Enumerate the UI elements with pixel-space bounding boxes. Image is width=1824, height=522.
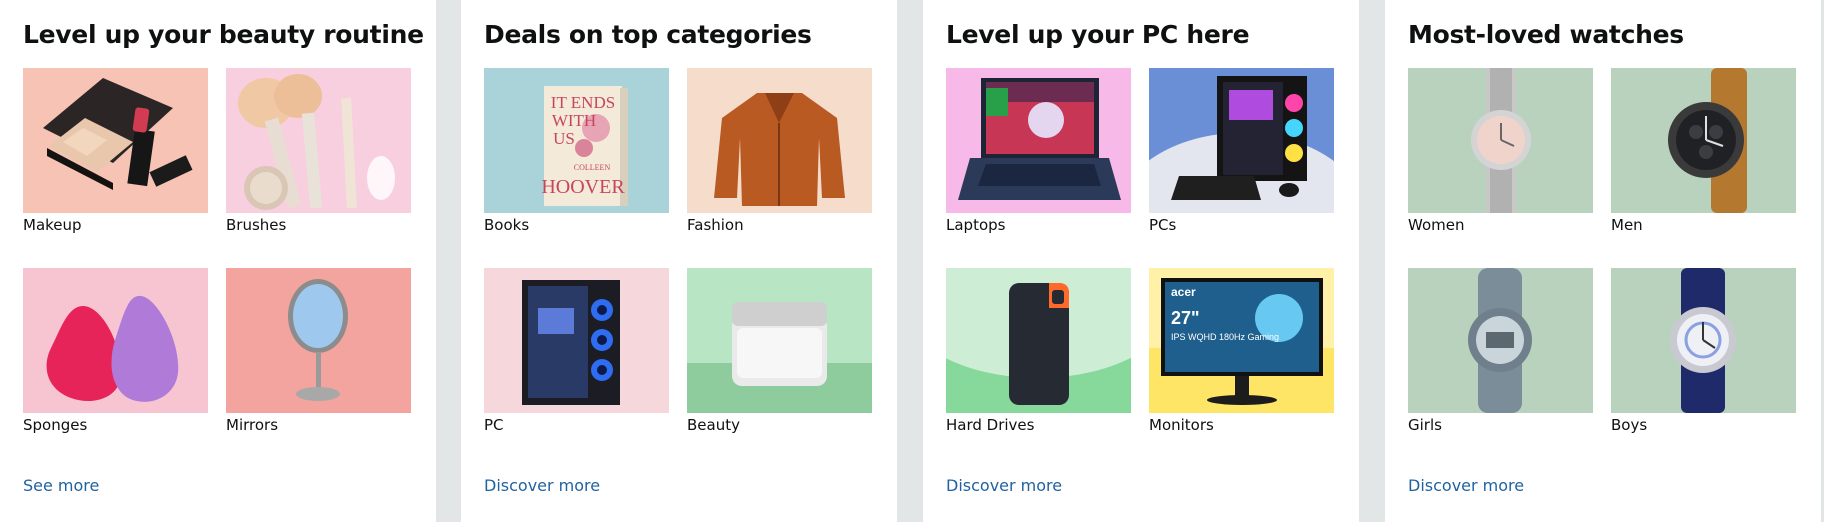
laptop-illustration — [946, 68, 1131, 213]
books-image: IT ENDS WITH US COLLEEN HOOVER — [484, 68, 669, 213]
men-watch-image — [1611, 68, 1796, 213]
pc-image — [484, 268, 669, 413]
tile-laptops[interactable]: Laptops — [946, 68, 1131, 234]
monitors-image: acer 27" IPS WQHD 180Hz Gaming — [1149, 268, 1334, 413]
book-cover-text: COLLEEN — [574, 163, 611, 172]
book-cover-text: US — [553, 129, 575, 148]
card-title: Deals on top categories — [484, 20, 812, 49]
card-title: Level up your beauty routine — [23, 20, 424, 49]
discover-more-link[interactable]: Discover more — [946, 476, 1062, 495]
tile-label: Books — [484, 216, 530, 234]
women-watch-illustration — [1408, 68, 1593, 213]
see-more-link[interactable]: See more — [23, 476, 99, 495]
mirrors-image — [226, 268, 411, 413]
card-pc: Level up your PC here Laptops PCs Hard D… — [923, 0, 1359, 522]
discover-more-link[interactable]: Discover more — [484, 476, 600, 495]
pcs-image — [1149, 68, 1334, 213]
women-watch-image — [1408, 68, 1593, 213]
tile-monitors[interactable]: acer 27" IPS WQHD 180Hz Gaming Monitors — [1149, 268, 1334, 434]
tile-pc[interactable]: PC — [484, 268, 669, 434]
hard-drives-image — [946, 268, 1131, 413]
tile-women[interactable]: Women — [1408, 68, 1593, 234]
beauty-image — [687, 268, 872, 413]
tile-label: PC — [484, 416, 504, 434]
monitor-brand-text: acer — [1171, 285, 1196, 299]
tile-label: Women — [1408, 216, 1465, 234]
card-row: Level up your beauty routine Makeup Brus… — [0, 0, 1824, 522]
tile-label: Men — [1611, 216, 1643, 234]
brushes-illustration — [226, 68, 411, 213]
card-deals: Deals on top categories IT ENDS WITH US … — [461, 0, 897, 522]
tile-beauty[interactable]: Beauty — [687, 268, 872, 434]
tile-books[interactable]: IT ENDS WITH US COLLEEN HOOVER Books — [484, 68, 669, 234]
tile-label: Hard Drives — [946, 416, 1035, 434]
tile-mirrors[interactable]: Mirrors — [226, 268, 411, 434]
card-title: Most-loved watches — [1408, 20, 1684, 49]
desktop-illustration — [1149, 68, 1334, 213]
ssd-illustration — [946, 268, 1131, 413]
jacket-illustration — [687, 68, 872, 213]
tile-label: Beauty — [687, 416, 740, 434]
tile-label: Brushes — [226, 216, 287, 234]
book-cover-text: HOOVER — [541, 176, 625, 198]
tile-label: Fashion — [687, 216, 744, 234]
girls-watch-image — [1408, 268, 1593, 413]
card-beauty: Level up your beauty routine Makeup Brus… — [0, 0, 436, 522]
men-watch-illustration — [1611, 68, 1796, 213]
tile-label: Mirrors — [226, 416, 279, 434]
tile-label: Boys — [1611, 416, 1648, 434]
tile-pcs[interactable]: PCs — [1149, 68, 1334, 234]
tile-sponges[interactable]: Sponges — [23, 268, 208, 434]
book-cover-text: IT ENDS — [551, 93, 615, 112]
cream-jar-illustration — [687, 268, 872, 413]
sponges-illustration — [23, 268, 208, 413]
makeup-illustration — [23, 68, 208, 213]
makeup-image — [23, 68, 208, 213]
tile-boys[interactable]: Boys — [1611, 268, 1796, 434]
girls-watch-illustration — [1408, 268, 1593, 413]
card-watches: Most-loved watches Women Men Girls Boys … — [1385, 0, 1821, 522]
tile-label: Makeup — [23, 216, 82, 234]
mirrors-illustration — [226, 268, 411, 413]
boys-watch-image — [1611, 268, 1796, 413]
brushes-image — [226, 68, 411, 213]
tile-label: Girls — [1408, 416, 1442, 434]
tile-label: Laptops — [946, 216, 1006, 234]
book-illustration: IT ENDS WITH US COLLEEN HOOVER — [484, 68, 669, 213]
sponges-image — [23, 268, 208, 413]
tile-makeup[interactable]: Makeup — [23, 68, 208, 234]
monitor-size-text: 27" — [1171, 308, 1200, 328]
monitor-spec-text: IPS WQHD 180Hz Gaming — [1171, 332, 1279, 342]
tile-label: Monitors — [1149, 416, 1214, 434]
tile-girls[interactable]: Girls — [1408, 268, 1593, 434]
tile-brushes[interactable]: Brushes — [226, 68, 411, 234]
laptops-image — [946, 68, 1131, 213]
book-cover-text: WITH — [552, 111, 596, 130]
tile-men[interactable]: Men — [1611, 68, 1796, 234]
discover-more-link[interactable]: Discover more — [1408, 476, 1524, 495]
fashion-image — [687, 68, 872, 213]
tile-label: PCs — [1149, 216, 1177, 234]
monitor-illustration: acer 27" IPS WQHD 180Hz Gaming — [1149, 268, 1334, 413]
tile-fashion[interactable]: Fashion — [687, 68, 872, 234]
boys-watch-illustration — [1611, 268, 1796, 413]
tile-label: Sponges — [23, 416, 88, 434]
pc-case-illustration — [484, 268, 669, 413]
card-title: Level up your PC here — [946, 20, 1250, 49]
tile-hard-drives[interactable]: Hard Drives — [946, 268, 1131, 434]
